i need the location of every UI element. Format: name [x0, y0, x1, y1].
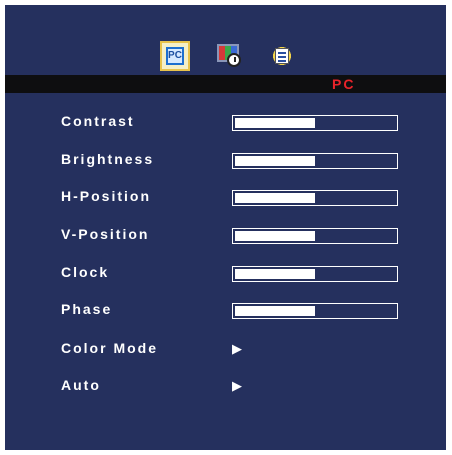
slider-fill	[235, 193, 315, 203]
menu-item-label: Contrast	[61, 113, 135, 129]
clock-slider[interactable]	[232, 266, 398, 282]
menu-item-label: Auto	[61, 377, 101, 393]
submenu-arrow-icon[interactable]: ▶	[232, 341, 242, 357]
menu-item-label: H-Position	[61, 188, 151, 204]
tab-bar: PC	[5, 5, 446, 75]
slider-fill	[235, 269, 315, 279]
menu-item-auto[interactable]: Auto ▶	[5, 375, 446, 397]
h-position-slider[interactable]	[232, 190, 398, 206]
document-icon	[275, 48, 289, 64]
pc-icon: PC	[166, 47, 184, 65]
menu-item-label: Brightness	[61, 151, 155, 167]
phase-slider[interactable]	[232, 303, 398, 319]
menu-item-label: Phase	[61, 301, 113, 317]
menu-item-v-position[interactable]: V-Position	[5, 224, 446, 246]
menu-item-contrast[interactable]: Contrast	[5, 111, 446, 133]
contrast-slider[interactable]	[232, 115, 398, 131]
slider-fill	[235, 156, 315, 166]
menu-item-label: Color Mode	[61, 340, 158, 356]
slider-fill	[235, 231, 315, 241]
slider-fill	[235, 306, 315, 316]
submenu-arrow-icon[interactable]: ▶	[232, 378, 242, 394]
menu-item-h-position[interactable]: H-Position	[5, 186, 446, 208]
menu-item-brightness[interactable]: Brightness	[5, 149, 446, 171]
osd-menu: PC PC Contrast Brightness H-Position V-P…	[5, 5, 446, 450]
v-position-slider[interactable]	[232, 228, 398, 244]
menu-item-phase[interactable]: Phase	[5, 299, 446, 321]
brightness-slider[interactable]	[232, 153, 398, 169]
tab-pc[interactable]: PC	[160, 41, 190, 71]
tab-color[interactable]	[215, 41, 245, 71]
tab-setup[interactable]	[267, 41, 297, 71]
clock-icon	[227, 53, 241, 67]
menu-item-label: V-Position	[61, 226, 150, 242]
section-title: PC	[332, 76, 356, 92]
menu-item-label: Clock	[61, 264, 110, 280]
menu-item-color-mode[interactable]: Color Mode ▶	[5, 338, 446, 360]
section-title-bar: PC	[5, 75, 446, 93]
slider-fill	[235, 118, 315, 128]
menu-item-clock[interactable]: Clock	[5, 262, 446, 284]
